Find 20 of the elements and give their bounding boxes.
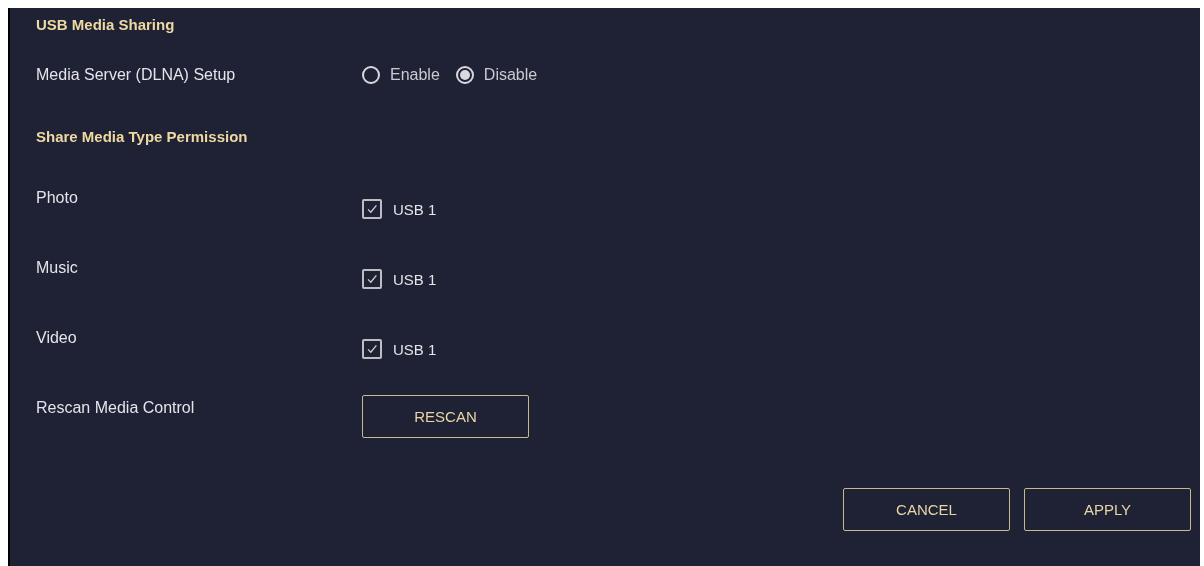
radio-label: Disable	[483, 66, 538, 84]
apply-button[interactable]: APPLY	[1024, 488, 1191, 531]
checkbox-label: USB 1	[393, 340, 437, 358]
radio-button[interactable]	[362, 66, 380, 84]
cancel-button[interactable]: CANCEL	[843, 488, 1010, 531]
field-label: Music	[36, 259, 79, 278]
checkbox[interactable]	[362, 269, 382, 289]
checkbox-label: USB 1	[393, 270, 437, 288]
section-title: Share Media Type Permission	[36, 128, 249, 147]
field-label: Rescan Media Control	[36, 399, 196, 418]
checkbox[interactable]	[362, 199, 382, 219]
radio-label: Enable	[390, 66, 440, 84]
section-title: USB Media Sharing	[36, 16, 176, 35]
checkbox[interactable]	[362, 339, 382, 359]
field-label: Photo	[36, 189, 79, 208]
checkbox-label: USB 1	[393, 200, 437, 218]
field-label: Video	[36, 329, 78, 348]
rescan-button[interactable]: RESCAN	[362, 395, 529, 438]
field-label: Media Server (DLNA) Setup	[36, 66, 237, 84]
radio-button[interactable]	[455, 66, 474, 84]
